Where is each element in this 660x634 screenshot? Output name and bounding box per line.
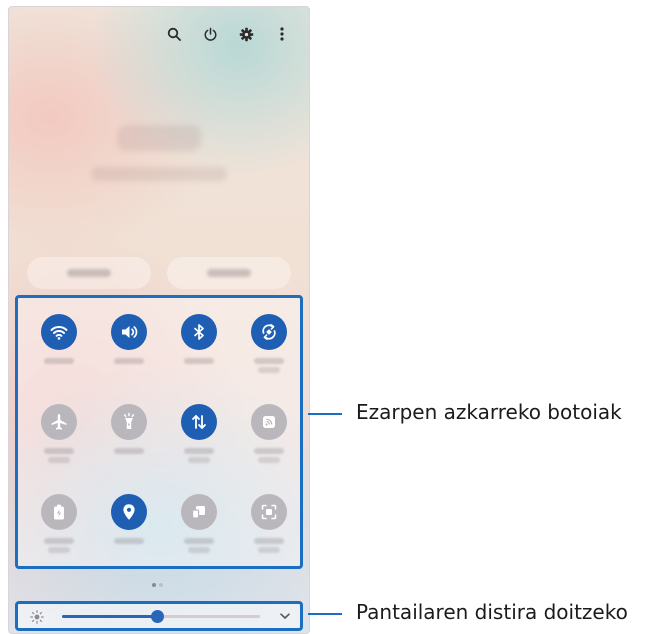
quick-settings-panel: [15, 295, 303, 569]
quick-settings-callout: Ezarpen azkarreko botoiak: [356, 400, 622, 424]
sound-icon: [111, 314, 147, 350]
media-output-button[interactable]: [167, 257, 291, 289]
tile-wifi[interactable]: [29, 314, 89, 364]
wifi-icon: [41, 314, 77, 350]
blurred-label: [207, 269, 251, 277]
more-vertical-icon[interactable]: [273, 25, 291, 43]
page-indicator: [152, 583, 163, 587]
device-control-button[interactable]: [27, 257, 151, 289]
tile-power-saving[interactable]: [29, 494, 89, 553]
blurred-date: [91, 167, 227, 181]
tile-mobile-hotspot[interactable]: [239, 404, 299, 463]
brightness-callout-line: [308, 613, 342, 615]
tile-mobile-data[interactable]: [169, 404, 229, 463]
screen-record-icon: [251, 494, 287, 530]
tile-location[interactable]: [99, 494, 159, 544]
page-dot-active: [152, 583, 156, 587]
location-icon: [111, 494, 147, 530]
search-icon[interactable]: [165, 25, 183, 43]
airplane-icon: [41, 404, 77, 440]
brightness-fill: [62, 615, 158, 618]
blurred-clock: [117, 125, 201, 151]
tile-auto-rotate[interactable]: [239, 314, 299, 373]
flashlight-icon: [111, 404, 147, 440]
top-icon-bar: [165, 25, 291, 43]
tile-sound[interactable]: [99, 314, 159, 364]
brightness-callout: Pantailaren distira doitzeko: [356, 600, 628, 624]
quick-settings-callout-line: [308, 413, 342, 415]
power-icon[interactable]: [201, 25, 219, 43]
tile-flashlight[interactable]: [99, 404, 159, 454]
tile-bluetooth[interactable]: [169, 314, 229, 364]
brightness-thumb[interactable]: [151, 610, 165, 623]
sun-icon: [30, 610, 44, 629]
tile-airplane-mode[interactable]: [29, 404, 89, 463]
tile-screen-recorder[interactable]: [239, 494, 299, 553]
mobile-data-icon: [181, 404, 217, 440]
phone-screen: [8, 6, 310, 634]
auto-rotate-icon: [251, 314, 287, 350]
chevron-down-icon[interactable]: [278, 609, 292, 628]
hotspot-icon: [251, 404, 287, 440]
brightness-bar: [15, 601, 303, 631]
page-dot: [159, 583, 163, 587]
battery-icon: [41, 494, 77, 530]
link-windows-icon: [181, 494, 217, 530]
blurred-label: [67, 269, 111, 277]
tile-link-to-windows[interactable]: [169, 494, 229, 553]
brightness-slider[interactable]: [62, 610, 260, 623]
gear-icon[interactable]: [237, 25, 255, 43]
bluetooth-icon: [181, 314, 217, 350]
